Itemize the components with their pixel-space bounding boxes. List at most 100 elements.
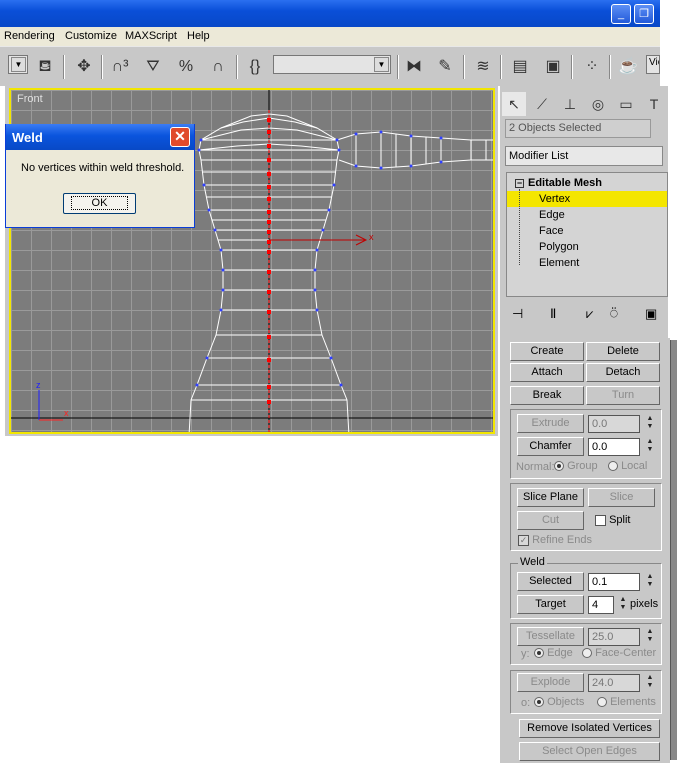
menu-customize[interactable]: Customize: [65, 30, 117, 42]
cut-button[interactable]: Cut: [517, 511, 584, 530]
select-manipulate-icon[interactable]: ⛾: [33, 55, 57, 79]
create-tab-icon[interactable]: ↖: [502, 92, 526, 116]
extrude-amount-field[interactable]: 0.0: [588, 415, 640, 433]
weld-dialog-titlebar: Weld ✕: [6, 124, 194, 150]
layer-manager-icon[interactable]: ≋: [471, 55, 495, 79]
snap-3d-icon[interactable]: ∩³: [108, 55, 132, 79]
angle-snap-icon[interactable]: ⛛: [141, 55, 165, 79]
named-selection-icon[interactable]: {}: [243, 55, 267, 79]
chamfer-spinner[interactable]: ▲ ▼: [645, 438, 655, 456]
ok-button[interactable]: OK: [63, 193, 136, 214]
modifier-stack: − Editable Mesh Vertex Edge Face Polygon …: [506, 172, 668, 297]
weld-dialog: Weld ✕ No vertices within weld threshold…: [5, 124, 195, 228]
schematic-view-icon[interactable]: ▣: [541, 55, 565, 79]
toolbar-separator: [397, 55, 399, 79]
tessellate-by-label: y:: [521, 648, 530, 660]
keyboard-shortcut-icon[interactable]: ✥: [72, 55, 96, 79]
menu-bar: Rendering Customize MAXScript Help: [0, 27, 660, 46]
stack-item-element[interactable]: Element: [507, 255, 579, 271]
show-end-result-icon[interactable]: Ⅱ: [550, 306, 556, 322]
normal-local-radio[interactable]: Local: [608, 460, 647, 472]
weld-selected-button[interactable]: Selected: [517, 572, 584, 591]
curve-editor-icon[interactable]: ▤: [508, 55, 532, 79]
explode-angle-field[interactable]: 24.0: [588, 674, 640, 692]
explode-button[interactable]: Explode: [517, 673, 584, 692]
motion-tab-icon[interactable]: ◎: [586, 92, 610, 116]
toolbar-separator: [101, 55, 103, 79]
render-scene-icon[interactable]: ☕: [616, 55, 640, 79]
break-button[interactable]: Break: [510, 386, 584, 405]
close-icon[interactable]: ✕: [170, 127, 190, 147]
remove-isolated-vertices-button[interactable]: Remove Isolated Vertices: [519, 719, 660, 738]
make-unique-icon[interactable]: ⩗: [586, 306, 593, 322]
main-toolbar: ▼ ⛾ ✥ ∩³ ⛛ % ∩ {} ▼ ⧓ ✎ ≋ ▤ ▣ ⁘ ☕ Vie: [0, 46, 660, 86]
toolbar-separator: [500, 55, 502, 79]
refine-ends-checkbox[interactable]: ✓ Refine Ends: [518, 534, 592, 546]
object-name-field[interactable]: 2 Objects Selected: [505, 119, 651, 138]
select-open-edges-button[interactable]: Select Open Edges: [519, 742, 660, 761]
select-open-edges-label: Select Open Edges: [542, 745, 637, 757]
delete-button[interactable]: Delete: [586, 342, 660, 361]
utilities-tab-icon[interactable]: T: [642, 92, 666, 116]
tessellate-edge-label: Edge: [547, 647, 573, 659]
toolbar-separator: [236, 55, 238, 79]
weld-threshold-field[interactable]: 0.1: [588, 573, 640, 591]
percent-snap-icon[interactable]: %: [174, 55, 198, 79]
selection-filter-dropdown[interactable]: ▼: [8, 55, 28, 74]
modify-tab-icon[interactable]: ⟋: [530, 92, 554, 116]
tessellate-tension-field[interactable]: 25.0: [588, 628, 640, 646]
weld-threshold-spinner[interactable]: ▲ ▼: [645, 573, 655, 591]
slice-button[interactable]: Slice: [588, 488, 655, 507]
collapse-icon[interactable]: −: [515, 179, 524, 188]
toolbar-separator: [63, 55, 65, 79]
extrude-button[interactable]: Extrude: [517, 414, 584, 433]
create-button[interactable]: Create: [510, 342, 584, 361]
normal-group-radio[interactable]: Group: [554, 460, 598, 472]
tripod-x-label: x: [64, 408, 69, 418]
render-view-dropdown[interactable]: Vie: [646, 55, 660, 74]
weld-selected-button-label: Selected: [529, 575, 572, 587]
remove-modifier-icon[interactable]: ⍥: [610, 306, 618, 322]
stack-item-polygon[interactable]: Polygon: [507, 239, 579, 255]
split-checkbox[interactable]: Split: [595, 514, 630, 526]
tessellate-spinner[interactable]: ▲ ▼: [645, 628, 655, 646]
explode-objects-radio[interactable]: Objects: [534, 696, 584, 708]
display-tab-icon[interactable]: ▭: [614, 92, 638, 116]
chamfer-button-label: Chamfer: [529, 440, 572, 452]
tessellate-button[interactable]: Tessellate: [517, 627, 584, 646]
named-selection-dropdown[interactable]: ▼: [273, 55, 391, 74]
mirror-icon[interactable]: ⧓: [402, 55, 426, 79]
stack-item-face[interactable]: Face: [507, 223, 563, 239]
turn-button[interactable]: Turn: [586, 386, 660, 405]
tessellate-face-center-radio[interactable]: Face-Center: [582, 647, 656, 659]
stack-item-vertex[interactable]: Vertex: [507, 191, 667, 207]
align-icon[interactable]: ✎: [433, 55, 457, 79]
attach-button[interactable]: Attach: [510, 363, 584, 382]
explode-elements-radio[interactable]: Elements: [597, 696, 656, 708]
chamfer-button[interactable]: Chamfer: [517, 437, 584, 456]
restore-button[interactable]: ❐: [634, 4, 654, 24]
material-editor-icon[interactable]: ⁘: [580, 55, 604, 79]
tessellate-edge-radio[interactable]: Edge: [534, 647, 573, 659]
modifier-list-dropdown[interactable]: Modifier List: [505, 146, 663, 166]
configure-sets-icon[interactable]: ▣: [645, 306, 657, 322]
explode-spinner[interactable]: ▲ ▼: [645, 674, 655, 692]
spinner-snap-icon[interactable]: ∩: [206, 55, 230, 79]
slice-plane-button[interactable]: Slice Plane: [517, 488, 584, 507]
menu-help[interactable]: Help: [187, 30, 210, 42]
menu-maxscript[interactable]: MAXScript: [125, 30, 177, 42]
weld-target-button[interactable]: Target: [517, 595, 584, 614]
chamfer-amount-field[interactable]: 0.0: [588, 438, 640, 456]
command-panel-scrollbar[interactable]: [670, 340, 677, 760]
minimize-button[interactable]: _: [611, 4, 631, 24]
stack-item-editable-mesh[interactable]: − Editable Mesh: [515, 175, 602, 191]
extrude-spinner[interactable]: ▲ ▼: [645, 415, 655, 433]
detach-button[interactable]: Detach: [586, 363, 660, 382]
normal-local-label: Local: [621, 460, 648, 472]
weld-target-pixels-field[interactable]: 4: [588, 596, 614, 614]
hierarchy-tab-icon[interactable]: ⊥: [558, 92, 582, 116]
stack-item-edge[interactable]: Edge: [507, 207, 565, 223]
pin-stack-icon[interactable]: ⊣: [512, 306, 523, 322]
weld-target-spinner[interactable]: ▲ ▼: [618, 596, 628, 614]
menu-rendering[interactable]: Rendering: [4, 30, 55, 42]
